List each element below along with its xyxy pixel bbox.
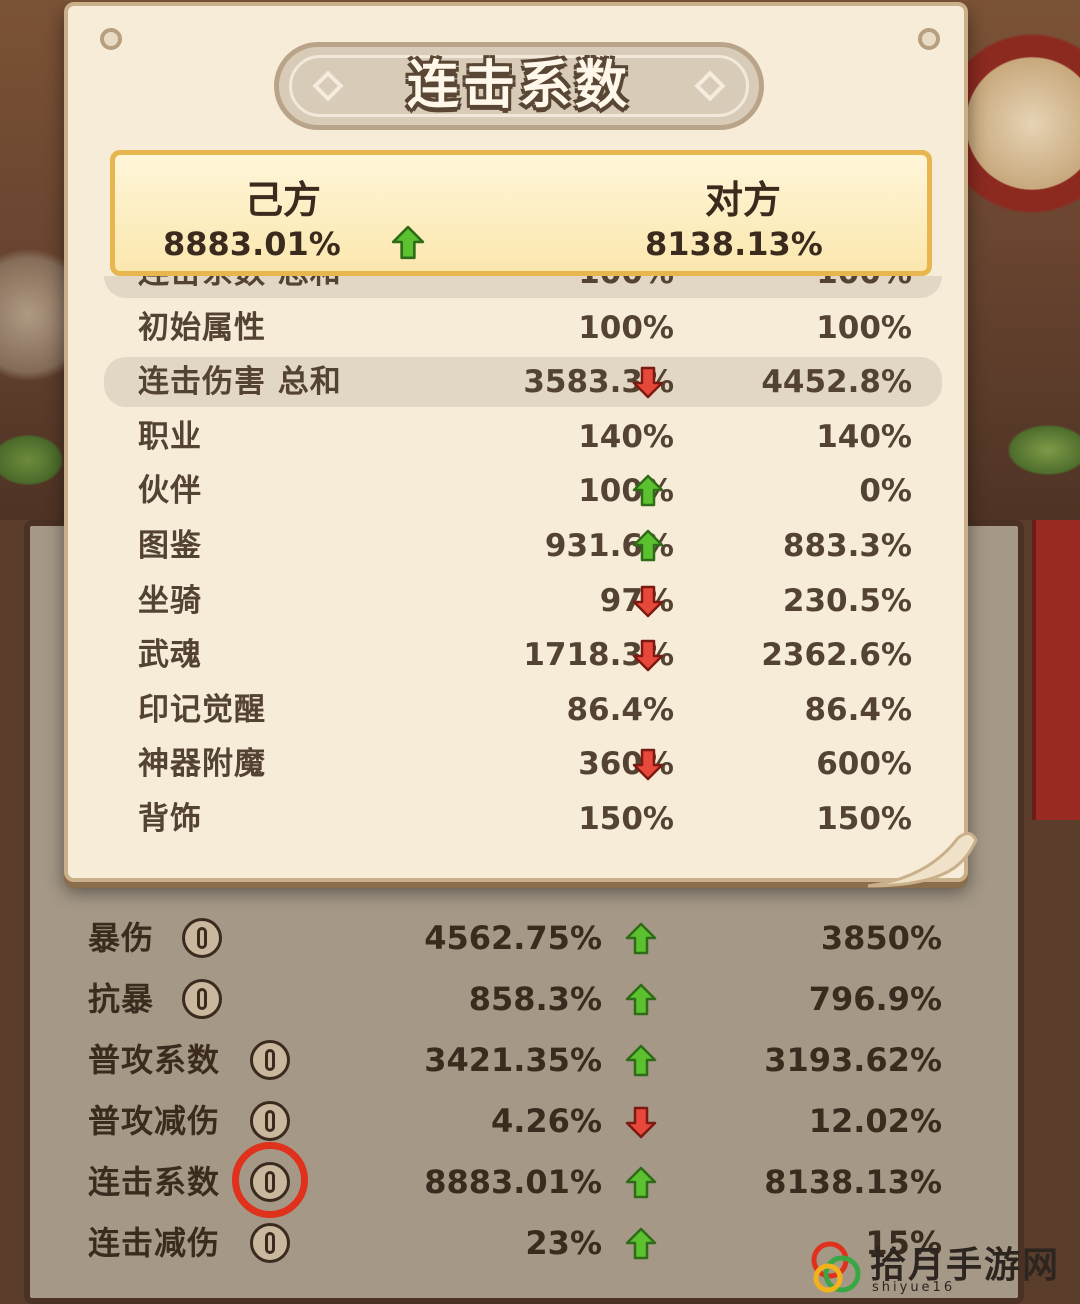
breakdown-list: 连击系数 总和 100% 100% 初始属性 100% 100% 连击伤害 总和3583.3… bbox=[98, 276, 942, 866]
self-value: 8883.01% bbox=[424, 1163, 602, 1201]
self-total-value: 8883.01% bbox=[163, 225, 341, 263]
self-value: 4.26% bbox=[490, 1102, 602, 1140]
red-down-arrow-icon bbox=[632, 749, 664, 781]
enemy-value: 796.9% bbox=[808, 980, 942, 1018]
row-label: 图鉴 bbox=[138, 528, 202, 564]
breakdown-row: 初始属性 100% 100% bbox=[98, 303, 942, 353]
pin-icon bbox=[918, 28, 940, 50]
breakdown-row: 伙伴 100% 0% bbox=[98, 466, 942, 516]
green-up-arrow-icon bbox=[632, 475, 664, 507]
red-down-arrow-icon bbox=[632, 639, 664, 672]
site-logo-icon bbox=[811, 1241, 861, 1293]
green-up-arrow-icon bbox=[625, 922, 657, 955]
stat-row: 抗暴 858.3% 796.9% bbox=[0, 969, 1080, 1029]
watermark: 拾月手游网 shiyue16 bbox=[806, 1236, 1080, 1304]
enemy-total-value: 8138.13% bbox=[645, 225, 823, 263]
enemy-value: 2362.6% bbox=[761, 637, 912, 674]
green-up-arrow-icon bbox=[625, 983, 657, 1016]
enemy-label: 对方 bbox=[704, 178, 781, 222]
row-label: 坐骑 bbox=[138, 582, 202, 619]
stat-label: 连击减伤 bbox=[88, 1224, 221, 1262]
row-label: 武魂 bbox=[138, 637, 202, 674]
enemy-value: 3193.62% bbox=[764, 1041, 942, 1079]
self-value: 4562.75% bbox=[424, 919, 602, 957]
popup-title: 连击系数 bbox=[406, 56, 631, 116]
row-label: 连击伤害 总和 bbox=[138, 364, 342, 401]
enemy-value: 86.4% bbox=[804, 691, 912, 728]
combo-coefficient-popup: 连击系数 己方 8883.01% 对方 8138.13% 连击系数 总和 100%… bbox=[64, 2, 978, 888]
self-value: 858.3% bbox=[468, 980, 602, 1018]
enemy-value: 3850% bbox=[820, 919, 942, 957]
enemy-value: 600% bbox=[816, 746, 912, 783]
stat-row: 普攻系数 3421.35% 3193.62% bbox=[0, 1030, 1080, 1090]
row-label: 印记觉醒 bbox=[138, 691, 266, 728]
row-label: 职业 bbox=[138, 418, 202, 455]
summary-box: 己方 8883.01% 对方 8138.13% bbox=[110, 150, 932, 276]
breakdown-row: 印记觉醒 86.4% 86.4% bbox=[98, 685, 942, 735]
self-label: 己方 bbox=[244, 178, 321, 222]
info-badge-icon[interactable] bbox=[250, 1101, 290, 1141]
green-up-arrow-icon bbox=[625, 1166, 657, 1199]
stat-label: 连击系数 bbox=[88, 1163, 221, 1201]
green-up-arrow-icon bbox=[632, 529, 664, 562]
page-curl-decoration bbox=[867, 832, 978, 888]
watermark-subtitle: shiyue16 bbox=[872, 1280, 956, 1295]
info-badge-icon[interactable] bbox=[182, 979, 222, 1019]
row-label: 神器附魔 bbox=[138, 746, 266, 783]
breakdown-row: 坐骑97%230.5% bbox=[98, 576, 942, 626]
green-up-arrow-icon bbox=[625, 1044, 657, 1077]
breakdown-row: 图鉴 931.6% 883.3% bbox=[98, 521, 942, 571]
enemy-value: 12.02% bbox=[808, 1102, 942, 1140]
row-label: 初始属性 bbox=[138, 309, 266, 346]
enemy-value: 140% bbox=[816, 418, 912, 455]
row-label: 背饰 bbox=[138, 801, 202, 837]
leaf-decoration-right bbox=[1000, 420, 1080, 480]
breakdown-row: 背饰 150% 150% bbox=[98, 794, 942, 844]
self-value: 100% bbox=[578, 276, 674, 298]
info-badge-icon[interactable] bbox=[250, 1040, 290, 1080]
stat-label: 普攻减伤 bbox=[88, 1102, 221, 1140]
red-down-arrow-icon bbox=[632, 366, 664, 399]
self-value: 3421.35% bbox=[424, 1041, 602, 1079]
info-badge-icon[interactable] bbox=[250, 1223, 290, 1263]
row-label: 伙伴 bbox=[138, 473, 202, 510]
breakdown-row: 职业 140% 140% bbox=[98, 412, 942, 462]
enemy-value: 0% bbox=[859, 473, 912, 510]
breakdown-row: 神器附魔 360% 600% bbox=[98, 739, 942, 789]
red-down-arrow-icon bbox=[632, 585, 664, 617]
self-value: 23% bbox=[525, 1224, 602, 1262]
enemy-value: 100% bbox=[816, 309, 912, 346]
stat-row: 普攻减伤 4.26% 12.02% bbox=[0, 1091, 1080, 1151]
info-badge-icon[interactable] bbox=[182, 918, 222, 958]
red-down-arrow-icon bbox=[625, 1106, 657, 1139]
breakdown-row: 武魂 1718.3% 2362.6% bbox=[98, 630, 942, 680]
enemy-value: 883.3% bbox=[782, 528, 912, 564]
side-character-decoration bbox=[0, 230, 70, 400]
self-value: 86.4% bbox=[566, 691, 674, 728]
stat-label: 抗暴 bbox=[88, 980, 155, 1018]
pin-icon bbox=[100, 28, 122, 50]
green-up-arrow-icon bbox=[391, 225, 425, 260]
self-value: 140% bbox=[578, 418, 674, 455]
enemy-value: 4452.8% bbox=[761, 364, 912, 401]
breakdown-row: 连击伤害 总和 3583.3% 4452.8% bbox=[98, 357, 942, 408]
stat-label: 普攻系数 bbox=[88, 1041, 221, 1079]
title-plate: 连击系数 bbox=[274, 42, 764, 130]
enemy-value: 100% bbox=[816, 276, 912, 298]
red-banner-decoration bbox=[1032, 520, 1080, 820]
lantern-decoration bbox=[960, 20, 1080, 250]
green-up-arrow-icon bbox=[625, 1227, 657, 1260]
leaf-decoration-left bbox=[0, 430, 70, 490]
enemy-value: 230.5% bbox=[782, 582, 912, 619]
self-value: 150% bbox=[578, 801, 674, 837]
breakdown-row: 连击系数 总和 100% 100% bbox=[98, 276, 942, 298]
self-value: 100% bbox=[578, 309, 674, 346]
stat-row: 暴伤 4562.75% 3850% bbox=[0, 908, 1080, 968]
stat-label: 暴伤 bbox=[88, 919, 155, 957]
stat-row: 连击系数 8883.01% 8138.13% bbox=[0, 1152, 1080, 1212]
highlight-circle bbox=[232, 1142, 308, 1218]
row-label: 连击系数 总和 bbox=[138, 276, 342, 298]
enemy-value: 8138.13% bbox=[764, 1163, 942, 1201]
